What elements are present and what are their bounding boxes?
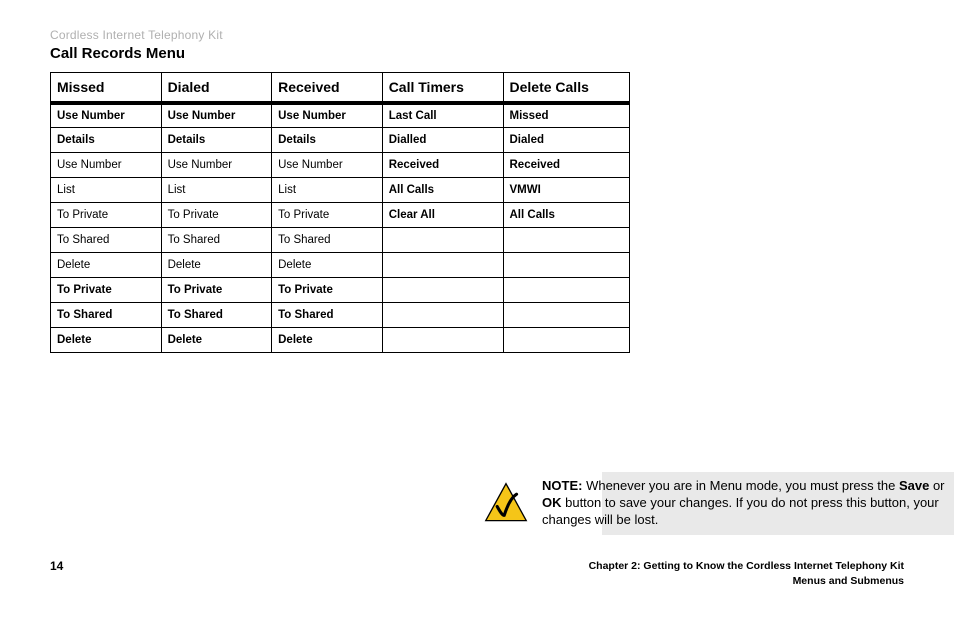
call-records-table: MissedDialedReceivedCall TimersDelete Ca… — [50, 72, 630, 353]
table-cell: Missed — [503, 103, 630, 128]
table-cell — [382, 228, 503, 253]
table-cell: Last Call — [382, 103, 503, 128]
table-cell: To Shared — [161, 228, 272, 253]
column-header: Received — [272, 73, 383, 103]
table-cell: Details — [272, 128, 383, 153]
table-row: DetailsDetailsDetailsDialledDialed — [51, 128, 630, 153]
table-cell: Delete — [161, 328, 272, 353]
table-cell — [503, 303, 630, 328]
table-cell: To Private — [51, 278, 162, 303]
table-cell: To Private — [272, 278, 383, 303]
table-cell: Use Number — [272, 153, 383, 178]
document-category: Cordless Internet Telephony Kit — [50, 28, 904, 42]
table-cell: Delete — [272, 253, 383, 278]
table-cell — [382, 278, 503, 303]
table-cell: Use Number — [51, 103, 162, 128]
column-header: Delete Calls — [503, 73, 630, 103]
table-cell: List — [272, 178, 383, 203]
table-cell: To Shared — [272, 228, 383, 253]
table-cell: Delete — [51, 328, 162, 353]
column-header: Call Timers — [382, 73, 503, 103]
table-cell: To Private — [51, 203, 162, 228]
table-cell: Use Number — [51, 153, 162, 178]
section-title: Call Records Menu — [50, 45, 904, 62]
table-cell: Clear All — [382, 203, 503, 228]
table-cell: Dialled — [382, 128, 503, 153]
table-row: To SharedTo SharedTo Shared — [51, 303, 630, 328]
table-cell: Delete — [161, 253, 272, 278]
table-cell — [503, 278, 630, 303]
table-cell: Delete — [272, 328, 383, 353]
table-cell: To Shared — [161, 303, 272, 328]
table-cell: To Private — [161, 278, 272, 303]
table-cell: All Calls — [382, 178, 503, 203]
table-row: DeleteDeleteDelete — [51, 328, 630, 353]
table-cell: Use Number — [161, 153, 272, 178]
table-cell: To Shared — [51, 228, 162, 253]
table-cell: Details — [161, 128, 272, 153]
table-row: ListListListAll CallsVMWI — [51, 178, 630, 203]
page-number: 14 — [50, 559, 63, 573]
table-cell: List — [51, 178, 162, 203]
table-cell — [503, 228, 630, 253]
table-cell — [503, 328, 630, 353]
table-cell: Received — [503, 153, 630, 178]
note-text: NOTE: Whenever you are in Menu mode, you… — [542, 474, 954, 533]
table-cell: VMWI — [503, 178, 630, 203]
table-cell: Delete — [51, 253, 162, 278]
table-cell: List — [161, 178, 272, 203]
column-header: Dialed — [161, 73, 272, 103]
table-cell: To Private — [161, 203, 272, 228]
table-row: To PrivateTo PrivateTo Private — [51, 278, 630, 303]
table-cell: To Private — [272, 203, 383, 228]
column-header: Missed — [51, 73, 162, 103]
table-cell — [503, 253, 630, 278]
table-cell — [382, 253, 503, 278]
warning-check-icon — [484, 481, 528, 525]
table-cell — [382, 303, 503, 328]
note-block: NOTE: Whenever you are in Menu mode, you… — [484, 474, 954, 533]
table-cell: Use Number — [272, 103, 383, 128]
table-cell: Use Number — [161, 103, 272, 128]
table-cell — [382, 328, 503, 353]
table-cell: Received — [382, 153, 503, 178]
table-cell: To Shared — [51, 303, 162, 328]
table-cell: All Calls — [503, 203, 630, 228]
table-cell: To Shared — [272, 303, 383, 328]
table-row: Use NumberUse NumberUse NumberReceivedRe… — [51, 153, 630, 178]
table-row: To PrivateTo PrivateTo PrivateClear AllA… — [51, 203, 630, 228]
page-footer: 14 Chapter 2: Getting to Know the Cordle… — [50, 559, 904, 591]
table-cell: Dialed — [503, 128, 630, 153]
table-cell: Details — [51, 128, 162, 153]
chapter-label: Chapter 2: Getting to Know the Cordless … — [589, 559, 904, 591]
table-row: To SharedTo SharedTo Shared — [51, 228, 630, 253]
table-row: Use NumberUse NumberUse NumberLast CallM… — [51, 103, 630, 128]
table-row: DeleteDeleteDelete — [51, 253, 630, 278]
